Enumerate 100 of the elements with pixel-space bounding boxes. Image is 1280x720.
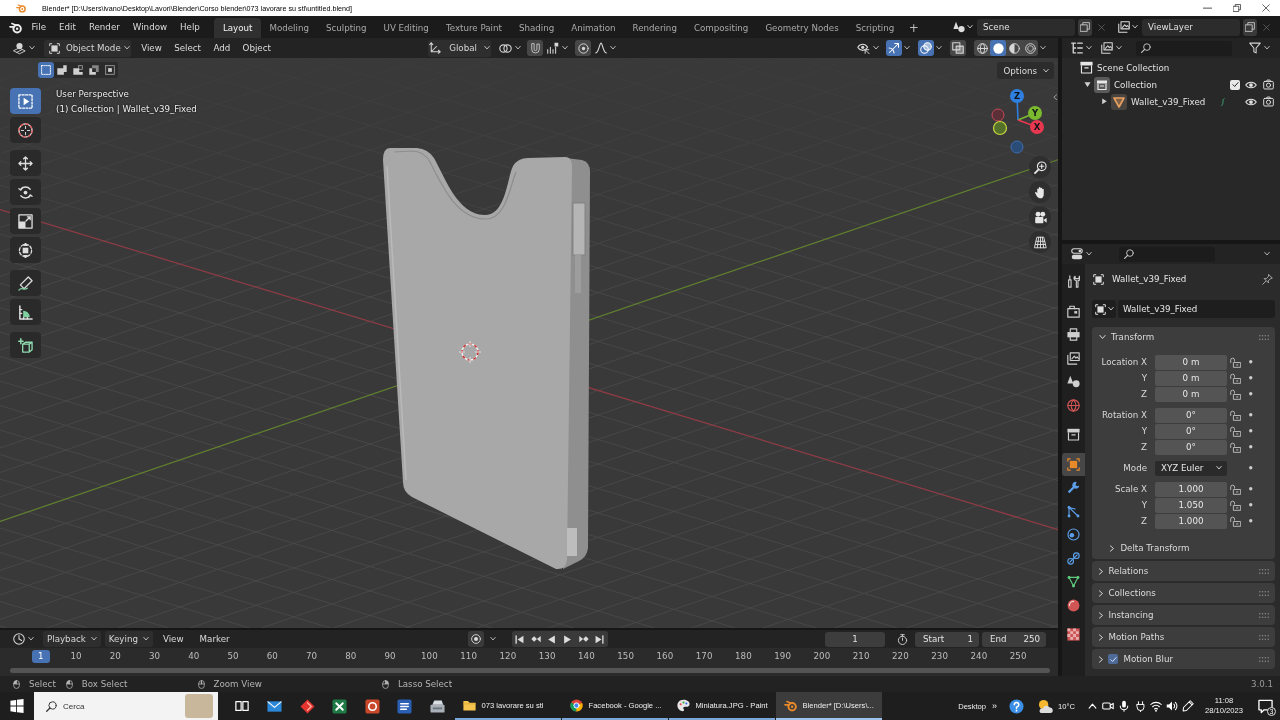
keyframe-button[interactable]: [1247, 427, 1255, 435]
tool-button[interactable]: [10, 179, 41, 205]
pin-button[interactable]: [1261, 273, 1273, 285]
keyframe-button[interactable]: [1247, 443, 1255, 451]
keyframe-button[interactable]: [1247, 501, 1255, 509]
number-field[interactable]: 1.000: [1155, 481, 1227, 497]
xray-toggle[interactable]: [950, 40, 966, 56]
end-frame-field[interactable]: End 250: [982, 631, 1046, 647]
keyframe-button[interactable]: [1247, 390, 1255, 398]
tool-button[interactable]: [10, 299, 41, 325]
lock-button[interactable]: [1229, 514, 1242, 528]
checkbox[interactable]: [1230, 79, 1240, 90]
axis-button[interactable]: Z: [1010, 89, 1024, 121]
tool-button[interactable]: [10, 150, 41, 176]
panel-header[interactable]: Motion Blur: [1092, 649, 1275, 669]
keyframe-button[interactable]: [1247, 517, 1255, 525]
shading-button[interactable]: [990, 40, 1006, 56]
lock-button[interactable]: [1229, 387, 1242, 401]
menu-item[interactable]: Marker: [193, 631, 236, 647]
number-field[interactable]: 0°: [1155, 407, 1227, 423]
editor-type-button[interactable]: [12, 630, 35, 648]
outliner-item-label[interactable]: Wallet_v39_Fixed: [1131, 96, 1206, 107]
add-workspace-button[interactable]: +: [902, 18, 925, 38]
subpanel-header[interactable]: Delta Transform: [1092, 540, 1275, 556]
search-field[interactable]: [1136, 40, 1232, 56]
tool-button[interactable]: [10, 270, 41, 296]
menu-item[interactable]: Select: [168, 38, 208, 58]
start-frame-field[interactable]: Start 1: [915, 631, 979, 647]
keyframe-button[interactable]: [1247, 358, 1255, 366]
editor-type-button[interactable]: [1069, 39, 1093, 57]
render-toggle[interactable]: [1262, 78, 1274, 91]
workspace-tab[interactable]: Rendering: [624, 18, 686, 38]
current-frame-field[interactable]: 1: [825, 631, 885, 647]
panel-header[interactable]: Collections: [1092, 583, 1275, 603]
number-field[interactable]: 0 m: [1155, 370, 1227, 386]
tool-button[interactable]: [10, 237, 41, 263]
workspace-tab[interactable]: Modeling: [260, 18, 318, 38]
menu-item[interactable]: Help: [173, 17, 207, 37]
scrollbar[interactable]: [10, 668, 1050, 673]
object-browse-button[interactable]: [1092, 300, 1116, 318]
lock-button[interactable]: [1229, 482, 1242, 496]
workspace-tab[interactable]: Animation: [562, 18, 625, 38]
view-layer-browse-button[interactable]: [1116, 18, 1139, 36]
display-mode-dropdown[interactable]: [1099, 39, 1124, 57]
menu-item[interactable]: Edit: [52, 17, 83, 37]
tool-button[interactable]: [10, 88, 41, 114]
object-name-field[interactable]: Wallet_v39_Fixed: [1118, 300, 1275, 318]
menu-item[interactable]: Window: [126, 17, 174, 37]
menu-item[interactable]: View: [156, 631, 190, 647]
menu-item[interactable]: Add: [207, 38, 237, 58]
workspace-tab[interactable]: Sculpting: [317, 18, 376, 38]
menu-item[interactable]: File: [25, 17, 53, 37]
number-field[interactable]: 0°: [1155, 423, 1227, 439]
number-field[interactable]: 0°: [1155, 439, 1227, 455]
lock-button[interactable]: [1229, 371, 1242, 385]
workspace-tab[interactable]: Texture Paint: [437, 18, 511, 38]
overlays-toggle[interactable]: [918, 40, 934, 56]
lock-button[interactable]: [1229, 424, 1242, 438]
menu-item[interactable]: Render: [82, 17, 127, 37]
pan-button[interactable]: [1029, 181, 1051, 203]
options-dropdown[interactable]: Options: [997, 62, 1054, 79]
panel-header[interactable]: Motion Paths: [1092, 627, 1275, 647]
outliner-item-label[interactable]: Collection: [1114, 79, 1157, 90]
copy-button[interactable]: [1078, 18, 1092, 36]
selection-mode-button[interactable]: [102, 62, 118, 78]
mode-dropdown[interactable]: Object Mode: [44, 39, 131, 57]
selection-mode-button[interactable]: [54, 62, 70, 78]
lock-button[interactable]: [1229, 498, 1242, 512]
keyframe-button[interactable]: [1247, 464, 1255, 472]
toolbar-overflow-button[interactable]: »: [989, 692, 1001, 720]
projection-button[interactable]: [1029, 231, 1051, 253]
sidebar-toggle[interactable]: [1052, 92, 1057, 102]
gizmos-toggle[interactable]: [886, 40, 902, 56]
workspace-tab[interactable]: Compositing: [685, 18, 757, 38]
checkbox[interactable]: [1108, 654, 1119, 664]
keyframe-button[interactable]: [1247, 411, 1255, 419]
workspace-tab[interactable]: Geometry Nodes: [756, 18, 848, 38]
selection-mode-button[interactable]: [70, 62, 86, 78]
keyframe-button[interactable]: [1247, 485, 1255, 493]
scene-name-field[interactable]: Scene: [977, 18, 1075, 36]
selection-mode-button[interactable]: [38, 62, 54, 78]
properties-tab[interactable]: [1062, 452, 1085, 476]
tool-button[interactable]: [10, 117, 41, 143]
shading-button[interactable]: [974, 40, 990, 56]
number-field[interactable]: 0 m: [1155, 354, 1227, 370]
render-toggle[interactable]: [1262, 95, 1274, 108]
lock-button[interactable]: [1229, 355, 1242, 369]
copy-button[interactable]: [1243, 18, 1257, 36]
zoom-button[interactable]: [1029, 156, 1051, 178]
dropdown[interactable]: XYZ Euler: [1155, 460, 1227, 476]
panel-header[interactable]: Relations: [1092, 561, 1275, 581]
tool-button[interactable]: [10, 332, 41, 358]
shading-button[interactable]: [1022, 40, 1038, 56]
lock-button[interactable]: [1229, 440, 1242, 454]
lock-button[interactable]: [1229, 408, 1242, 422]
camera-view-button[interactable]: [1029, 206, 1051, 228]
proportional-editing-toggle[interactable]: [575, 40, 592, 56]
keyframe-button[interactable]: [1247, 374, 1255, 382]
number-field[interactable]: 1.050: [1155, 497, 1227, 513]
auto-keying-toggle[interactable]: [467, 631, 484, 647]
